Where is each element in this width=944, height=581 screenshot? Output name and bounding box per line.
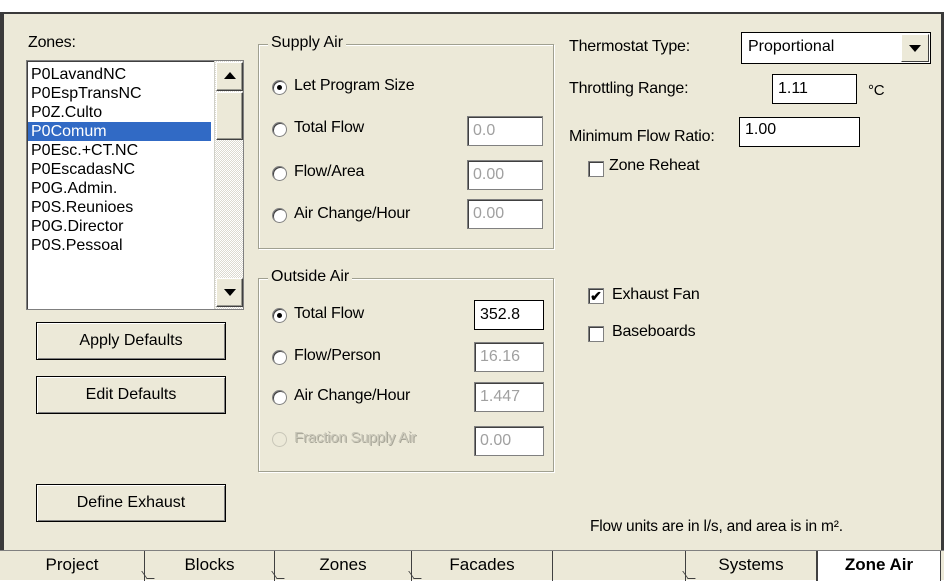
zone-air-panel: Zones: P0LavandNC P0EspTransNC P0Z.Culto… <box>0 0 944 581</box>
tab-label: Systems <box>718 555 784 574</box>
list-item[interactable]: P0LavandNC <box>31 65 126 84</box>
supply-air-change-radio[interactable] <box>272 208 287 223</box>
exhaust-fan-label: Exhaust Fan <box>612 286 700 303</box>
units-note: Flow units are in l/s, and area is in m²… <box>590 518 843 535</box>
outside-flow-person-radio[interactable] <box>272 350 287 365</box>
tab-label: Zones <box>319 555 367 574</box>
outside-fraction-supply-radio <box>272 432 287 447</box>
apply-defaults-button[interactable]: Apply Defaults <box>36 322 226 360</box>
list-item[interactable]: P0EscadasNC <box>31 160 135 179</box>
scroll-thumb[interactable] <box>216 92 243 140</box>
list-item[interactable]: P0EspTransNC <box>31 84 142 103</box>
outside-fraction-supply-label: Fraction Supply Air <box>294 429 417 446</box>
zone-reheat-label: Zone Reheat <box>609 157 700 174</box>
min-flow-ratio-field[interactable]: 1.00 <box>739 117 860 147</box>
zones-listbox[interactable]: P0LavandNC P0EspTransNC P0Z.Culto P0Comu… <box>26 60 244 310</box>
supply-total-flow-label: Total Flow <box>294 119 365 136</box>
supply-flow-area-label: Flow/Area <box>294 163 365 180</box>
zones-label: Zones: <box>28 34 76 51</box>
define-exhaust-button[interactable]: Define Exhaust <box>36 484 226 522</box>
list-item[interactable]: P0S.Pessoal <box>31 236 123 255</box>
thermostat-dropdown-button[interactable] <box>901 34 929 62</box>
thermostat-type-select[interactable]: Proportional <box>741 32 931 64</box>
outside-air-change-field[interactable]: 1.447 <box>474 382 544 412</box>
tab-project[interactable]: Project <box>0 551 145 581</box>
baseboards-label: Baseboards <box>612 323 696 340</box>
tab-blank[interactable] <box>553 551 686 581</box>
outside-air-change-label: Air Change/Hour <box>294 387 411 404</box>
supply-let-program-size-radio[interactable] <box>272 80 287 95</box>
tab-label: Blocks <box>184 555 235 574</box>
scroll-up-button[interactable] <box>216 62 243 91</box>
outside-total-flow-field[interactable]: 352.8 <box>474 300 544 330</box>
zone-reheat-checkbox[interactable] <box>588 161 604 177</box>
supply-total-flow-radio[interactable] <box>272 122 287 137</box>
thermostat-type-value: Proportional <box>748 38 835 55</box>
outside-flow-person-field[interactable]: 16.16 <box>474 342 544 372</box>
supply-flow-area-radio[interactable] <box>272 166 287 181</box>
throttling-unit: °C <box>868 82 885 99</box>
list-item[interactable]: P0Z.Culto <box>31 103 102 122</box>
supply-air-change-field[interactable]: 0.00 <box>467 199 543 229</box>
tab-blocks[interactable]: Blocks <box>141 551 275 581</box>
supply-air-title: Supply Air <box>268 34 347 52</box>
thermostat-type-label: Thermostat Type: <box>569 38 691 55</box>
scroll-down-button[interactable] <box>216 278 243 307</box>
supply-total-flow-field[interactable]: 0.0 <box>467 116 543 146</box>
list-item[interactable]: P0G.Director <box>31 217 123 236</box>
tab-label: Facades <box>449 555 515 574</box>
arrow-down-icon <box>224 289 236 296</box>
list-item[interactable]: P0Esc.+CT.NC <box>31 141 138 160</box>
zones-scrollbar[interactable] <box>214 61 243 309</box>
outside-fraction-supply-field: 0.00 <box>474 426 544 456</box>
outside-air-title: Outside Air <box>268 268 353 286</box>
window-left-edge <box>0 14 4 550</box>
outside-flow-person-label: Flow/Person <box>294 347 381 364</box>
tab-facades[interactable]: Facades <box>408 551 553 581</box>
throttling-range-field[interactable]: 1.11 <box>772 74 857 104</box>
tab-systems[interactable]: Systems <box>682 551 817 581</box>
outside-air-change-radio[interactable] <box>272 390 287 405</box>
tab-bar: Project Blocks Zones Facades Systems Zon… <box>0 550 944 581</box>
tab-zone-air[interactable]: Zone Air <box>817 551 941 581</box>
tab-label: Project <box>45 555 99 574</box>
supply-air-change-label: Air Change/Hour <box>294 205 411 222</box>
chevron-down-icon <box>909 45 921 52</box>
min-flow-ratio-label: Minimum Flow Ratio: <box>569 128 715 145</box>
tab-zones[interactable]: Zones <box>271 551 412 581</box>
supply-flow-area-field[interactable]: 0.00 <box>467 160 543 190</box>
edit-defaults-button[interactable]: Edit Defaults <box>36 376 226 414</box>
tab-label: Zone Air <box>844 555 914 574</box>
window-top-edge <box>0 0 944 14</box>
supply-let-program-size-label: Let Program Size <box>294 77 415 94</box>
outside-total-flow-label: Total Flow <box>294 305 365 322</box>
list-item[interactable]: P0G.Admin. <box>31 179 117 198</box>
list-item-selected[interactable]: P0Comum <box>28 122 211 141</box>
outside-total-flow-radio[interactable] <box>272 308 287 323</box>
arrow-up-icon <box>224 72 236 79</box>
throttling-range-label: Throttling Range: <box>569 80 689 97</box>
baseboards-checkbox[interactable] <box>588 326 604 342</box>
exhaust-fan-checkbox[interactable]: ✔ <box>588 288 604 304</box>
list-item[interactable]: P0S.Reunioes <box>31 198 133 217</box>
